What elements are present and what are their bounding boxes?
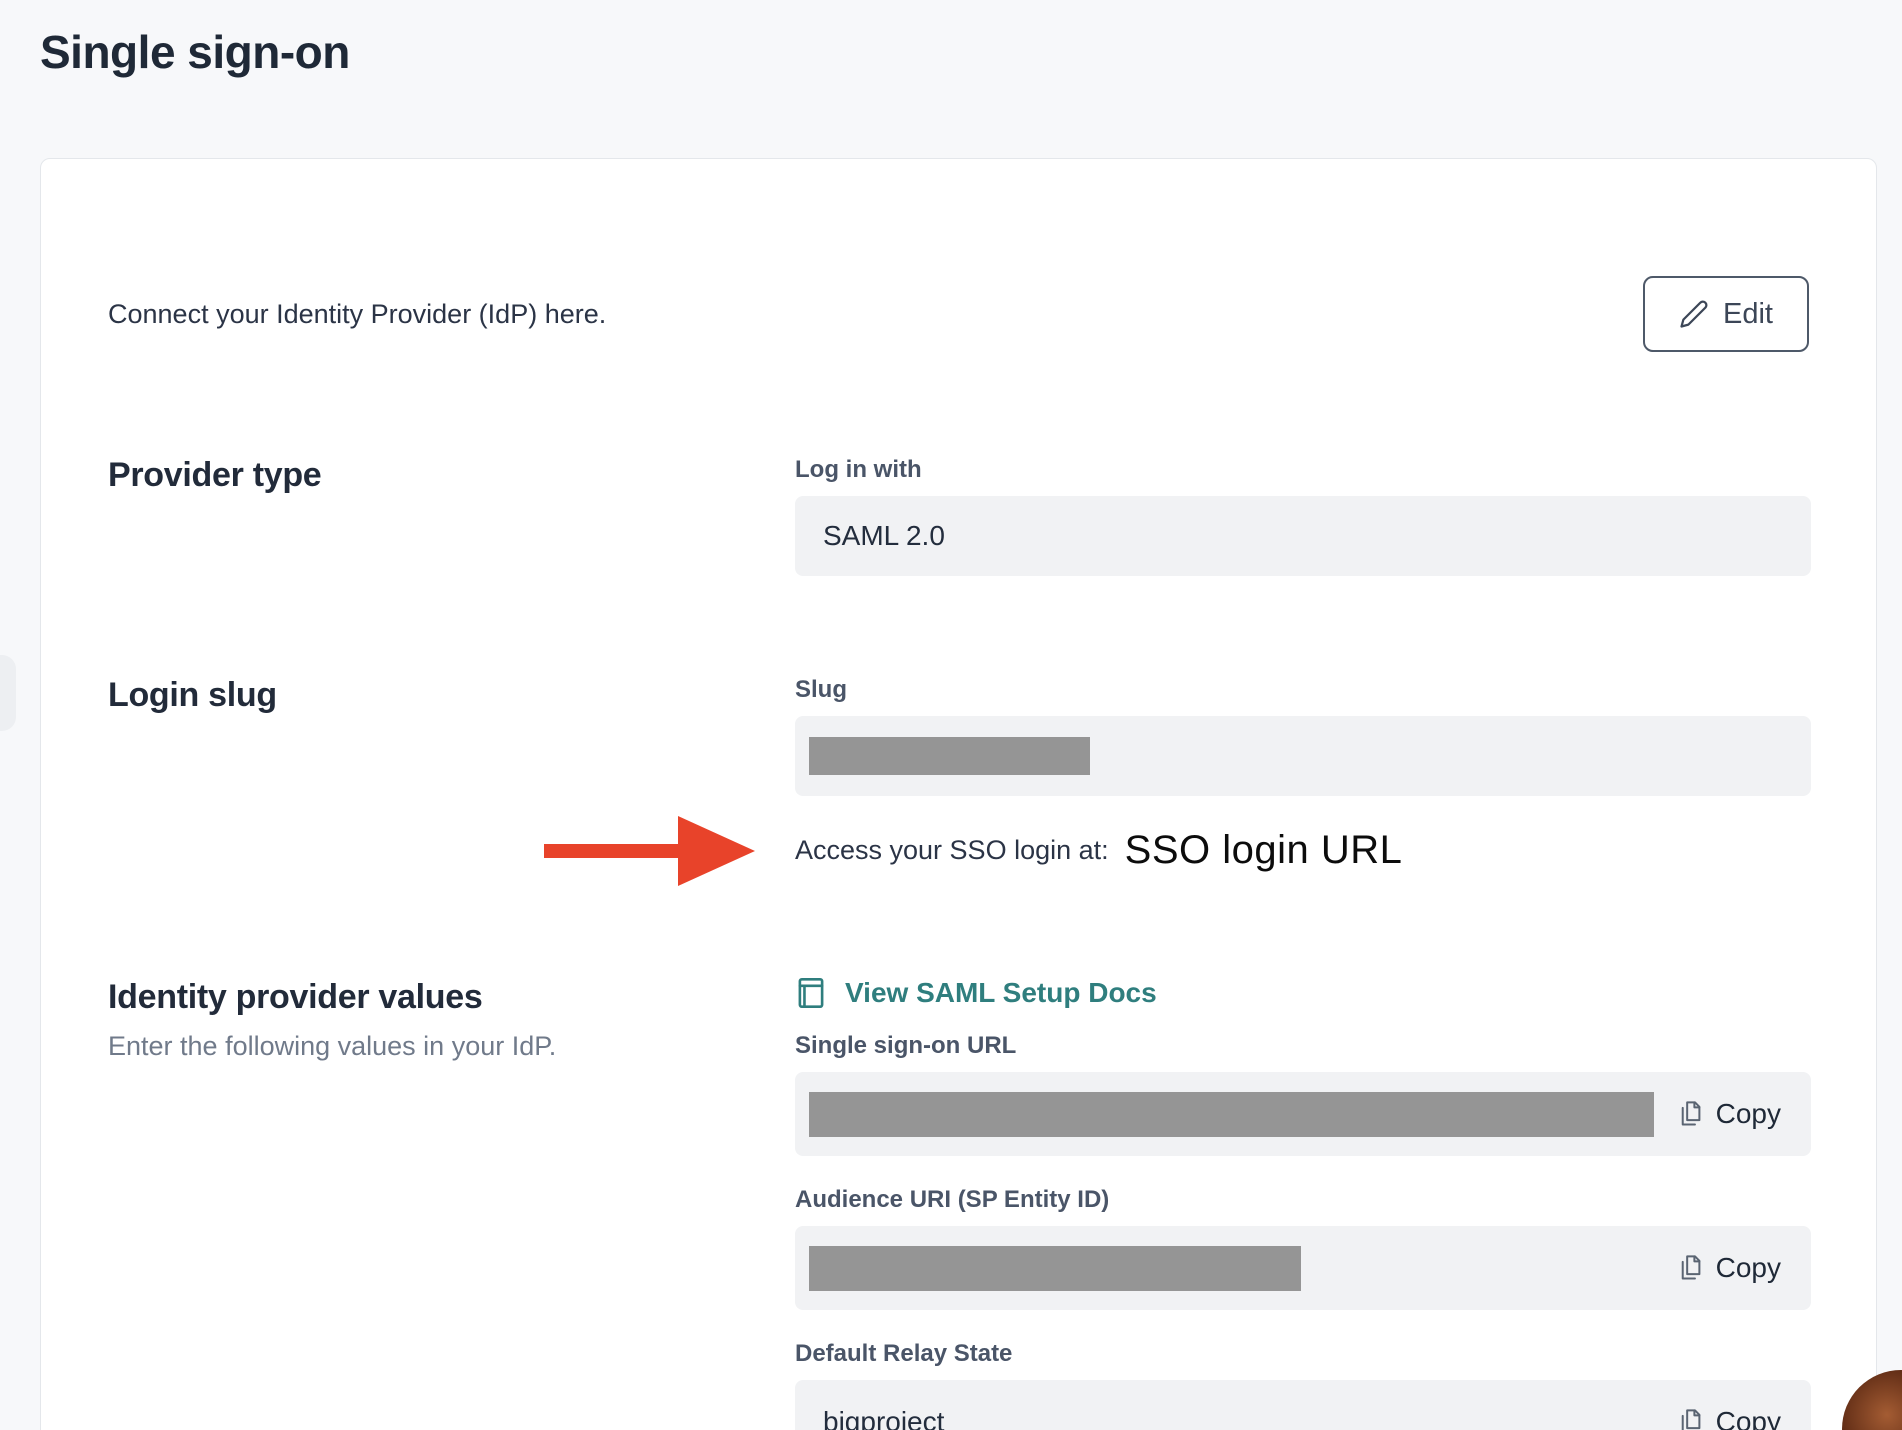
sso-login-url-text: SSO login URL xyxy=(1125,828,1403,873)
access-login-line: Access your SSO login at: SSO login URL xyxy=(795,828,1811,873)
audience-uri-label: Audience URI (SP Entity ID) xyxy=(795,1186,1811,1214)
access-login-text: Access your SSO login at: xyxy=(795,835,1109,866)
copy-relay-state-button[interactable]: Copy xyxy=(1677,1406,1781,1430)
copy-label: Copy xyxy=(1716,1406,1781,1430)
idp-values-subheading: Enter the following values in your IdP. xyxy=(108,1031,795,1062)
sso-url-redacted-value xyxy=(809,1092,1654,1137)
idp-values-section: Identity provider values Enter the follo… xyxy=(108,978,1809,1430)
relay-state-value: bigproject xyxy=(823,1406,944,1430)
login-with-label: Log in with xyxy=(795,456,1811,484)
edit-button-label: Edit xyxy=(1723,298,1773,331)
saml-docs-link-label: View SAML Setup Docs xyxy=(845,977,1157,1009)
login-slug-section: Login slug Slug Access your SSO login at… xyxy=(108,676,1809,873)
book-icon xyxy=(795,976,827,1010)
pencil-icon xyxy=(1679,299,1709,329)
side-drawer-handle[interactable] xyxy=(0,655,16,731)
copy-icon xyxy=(1677,1253,1704,1283)
login-slug-heading: Login slug xyxy=(108,676,795,715)
intro-row: Connect your Identity Provider (IdP) her… xyxy=(108,276,1809,352)
sso-url-label: Single sign-on URL xyxy=(795,1032,1811,1060)
copy-label: Copy xyxy=(1716,1252,1781,1284)
copy-icon xyxy=(1677,1099,1704,1129)
sso-url-field: Copy xyxy=(795,1072,1811,1156)
sso-settings-card: Connect your Identity Provider (IdP) her… xyxy=(40,158,1877,1430)
audience-uri-field: Copy xyxy=(795,1226,1811,1310)
relay-state-field: bigproject Copy xyxy=(795,1380,1811,1430)
idp-values-heading: Identity provider values xyxy=(108,978,795,1017)
saml-docs-link[interactable]: View SAML Setup Docs xyxy=(795,976,1157,1010)
slug-field xyxy=(795,716,1811,796)
provider-type-section: Provider type Log in with SAML 2.0 xyxy=(108,456,1809,576)
edit-button[interactable]: Edit xyxy=(1643,276,1809,352)
slug-redacted-value xyxy=(809,737,1090,775)
relay-state-label: Default Relay State xyxy=(795,1340,1811,1368)
provider-type-heading: Provider type xyxy=(108,456,795,495)
copy-sso-url-button[interactable]: Copy xyxy=(1677,1098,1781,1130)
provider-type-field: SAML 2.0 xyxy=(795,496,1811,576)
slug-label: Slug xyxy=(795,676,1811,704)
audience-uri-redacted-value xyxy=(809,1246,1301,1291)
red-arrow-annotation xyxy=(544,816,756,886)
intro-text: Connect your Identity Provider (IdP) her… xyxy=(108,299,606,330)
sso-url-group: Single sign-on URL Copy xyxy=(795,1032,1811,1156)
copy-label: Copy xyxy=(1716,1098,1781,1130)
page-title: Single sign-on xyxy=(40,22,1902,82)
relay-state-group: Default Relay State bigproject Copy xyxy=(795,1340,1811,1430)
copy-audience-uri-button[interactable]: Copy xyxy=(1677,1252,1781,1284)
copy-icon xyxy=(1677,1407,1704,1430)
audience-uri-group: Audience URI (SP Entity ID) Copy xyxy=(795,1186,1811,1310)
provider-type-value: SAML 2.0 xyxy=(823,520,945,552)
